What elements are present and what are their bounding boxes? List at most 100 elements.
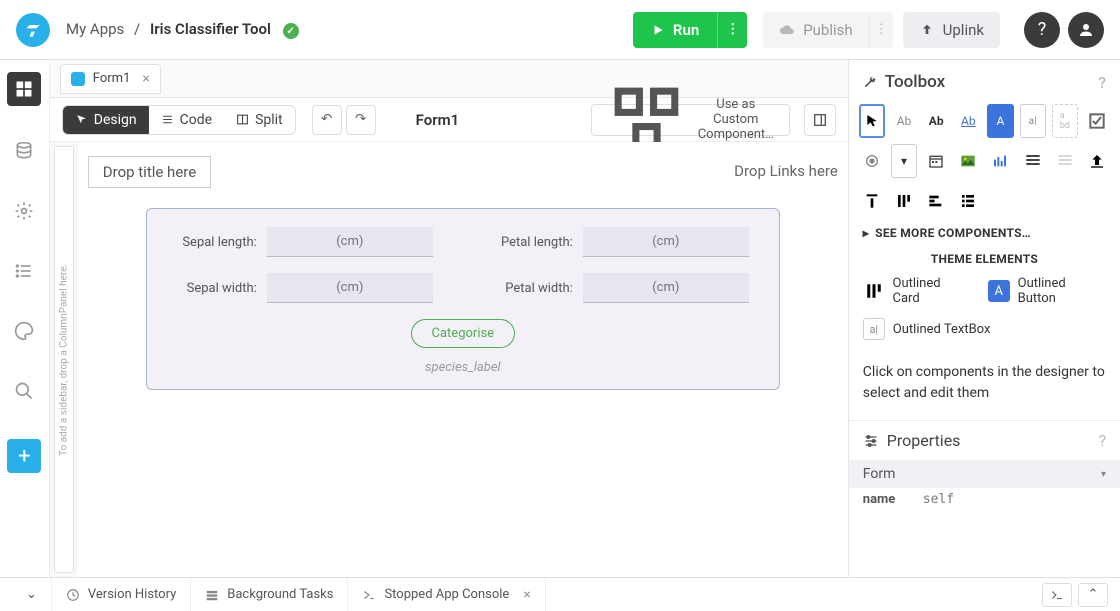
terminal-icon [1050,588,1064,602]
title-placeholder[interactable]: Drop title here [88,156,211,188]
bottom-bar: ⌄ Version History Background Tasks Stopp… [0,577,1120,611]
toolbox-help-icon[interactable]: ? [1098,73,1106,92]
sepal-length-label: Sepal length: [177,235,257,250]
dropdown-tool[interactable]: ▾ [891,144,917,178]
theme-outlined-button[interactable]: A Outlined Button [988,276,1106,306]
mode-bar: Design Code Split ↶ ↷ Form1 Use as Cust [50,98,848,142]
nav-theme-icon[interactable] [9,316,39,346]
categorise-button[interactable]: Categorise [411,319,516,348]
properties-form-section[interactable]: Form [849,460,1120,488]
links-placeholder[interactable]: Drop Links here [734,156,838,188]
nav-search-icon[interactable] [9,376,39,406]
linearpanel-tool[interactable] [955,184,981,218]
sepal-length-input[interactable] [267,227,433,257]
nav-list-icon[interactable] [9,256,39,286]
cursor-icon [75,113,88,126]
panel-icon [812,112,828,128]
help-button[interactable]: ? [1024,12,1060,48]
xypanel-tool[interactable] [923,184,949,218]
properties-hint: Click on components in the designer to s… [849,346,1120,420]
label-tool[interactable]: Ab [891,104,917,138]
form-name-label: Form1 [416,111,460,129]
background-tasks-tab[interactable]: Background Tasks [191,578,348,611]
petal-length-label: Petal length: [493,235,573,250]
design-mode-button[interactable]: Design [63,106,149,134]
layout-toggle-button[interactable] [804,104,836,136]
account-button[interactable] [1068,12,1104,48]
add-button[interactable]: + [7,439,41,473]
textbox-icon: a| [863,318,885,340]
tasks-icon [205,588,219,602]
sepal-width-input[interactable] [267,273,433,303]
wrench-icon [863,75,877,89]
breadcrumb: My Apps / Iris Classifier Tool [66,20,299,40]
textarea-tool[interactable]: abd [1052,104,1078,138]
fileloader-tool[interactable] [1084,144,1110,178]
nav-settings-icon[interactable] [9,196,39,226]
radio-tool[interactable] [859,144,885,178]
left-rail: + [0,60,50,577]
form-card[interactable]: Sepal length: Petal length: Sepal width: [146,208,780,390]
code-icon [161,113,174,126]
run-button[interactable]: Run [633,12,717,48]
sidebar-drop-placeholder[interactable]: To add a sidebar, drop a ColumnPanel her… [54,146,74,573]
tab-close-icon[interactable]: × [142,71,149,87]
nav-database-icon[interactable] [9,136,39,166]
sliders-icon [863,433,879,449]
button-tool[interactable]: A [987,104,1013,138]
top-bar: My Apps / Iris Classifier Tool Run ⋮ Pub… [0,0,1120,60]
component-grid: Ab Ab Ab A a| abd ▾ [849,104,1120,218]
publish-button[interactable]: Publish [763,12,868,48]
theme-elements-header: THEME ELEMENTS [849,248,1120,270]
publish-dropdown[interactable]: ⋮ [869,12,893,48]
tab-form1[interactable]: Form1 × [60,64,161,94]
split-mode-button[interactable]: Split [224,106,295,134]
nav-app-icon[interactable] [7,72,41,106]
properties-header: Properties ? [849,420,1120,460]
properties-help-icon[interactable]: ? [1098,431,1106,450]
pointer-tool[interactable] [859,104,885,138]
form-icon [71,72,85,86]
petal-width-label: Petal width: [493,281,573,296]
run-dropdown[interactable]: ⋮ [717,12,747,48]
flowpanel-tool[interactable] [891,184,917,218]
textbox-tool[interactable]: a| [1020,104,1046,138]
breadcrumb-app[interactable]: Iris Classifier Tool [150,20,271,38]
theme-outlined-textbox[interactable]: a| Outlined TextBox [863,318,991,340]
anvil-logo[interactable] [16,13,50,47]
petal-width-input[interactable] [583,273,749,303]
theme-outlined-card[interactable]: Outlined Card [863,276,970,306]
toolbox-header: Toolbox ? [849,60,1120,104]
terminal-button[interactable] [1042,583,1072,607]
uplink-icon [919,22,935,38]
console-close-icon[interactable]: × [523,587,530,603]
datepicker-tool[interactable] [923,144,949,178]
undo-button[interactable]: ↶ [312,105,342,135]
custom-component-button[interactable]: Use as Custom Component… [591,104,790,136]
checkbox-tool[interactable] [1084,104,1110,138]
cloud-icon [779,22,795,38]
see-more-components[interactable]: ▸SEE MORE COMPONENTS… [849,218,1120,248]
code-mode-button[interactable]: Code [149,106,224,134]
petal-length-input[interactable] [583,227,749,257]
user-icon [1077,21,1095,39]
design-canvas[interactable]: Drop title here Drop Links here Sepal le… [78,142,848,577]
uplink-button[interactable]: Uplink [903,12,1000,48]
richtext-tool[interactable] [1020,144,1046,178]
version-history-tab[interactable]: Version History [52,578,191,611]
right-panel: Toolbox ? Ab Ab Ab A a| abd ▾ ▸SEE MORE [848,60,1120,577]
app-console-tab[interactable]: Stopped App Console × [348,578,545,611]
redo-button[interactable]: ↷ [346,105,376,135]
bottom-expand-toggle[interactable]: ⌄ [12,578,52,611]
datagrid-tool[interactable] [1052,144,1078,178]
collapse-button[interactable]: ⌃ [1078,583,1108,607]
columnpanel-tool[interactable] [859,184,885,218]
image-tool[interactable] [955,144,981,178]
breadcrumb-root[interactable]: My Apps [66,20,124,38]
plot-tool[interactable] [987,144,1013,178]
property-row-name: name self [849,488,1120,511]
link-tool[interactable]: Ab [955,104,981,138]
console-icon [362,588,376,602]
bold-label-tool[interactable]: Ab [923,104,949,138]
history-icon [66,588,80,602]
